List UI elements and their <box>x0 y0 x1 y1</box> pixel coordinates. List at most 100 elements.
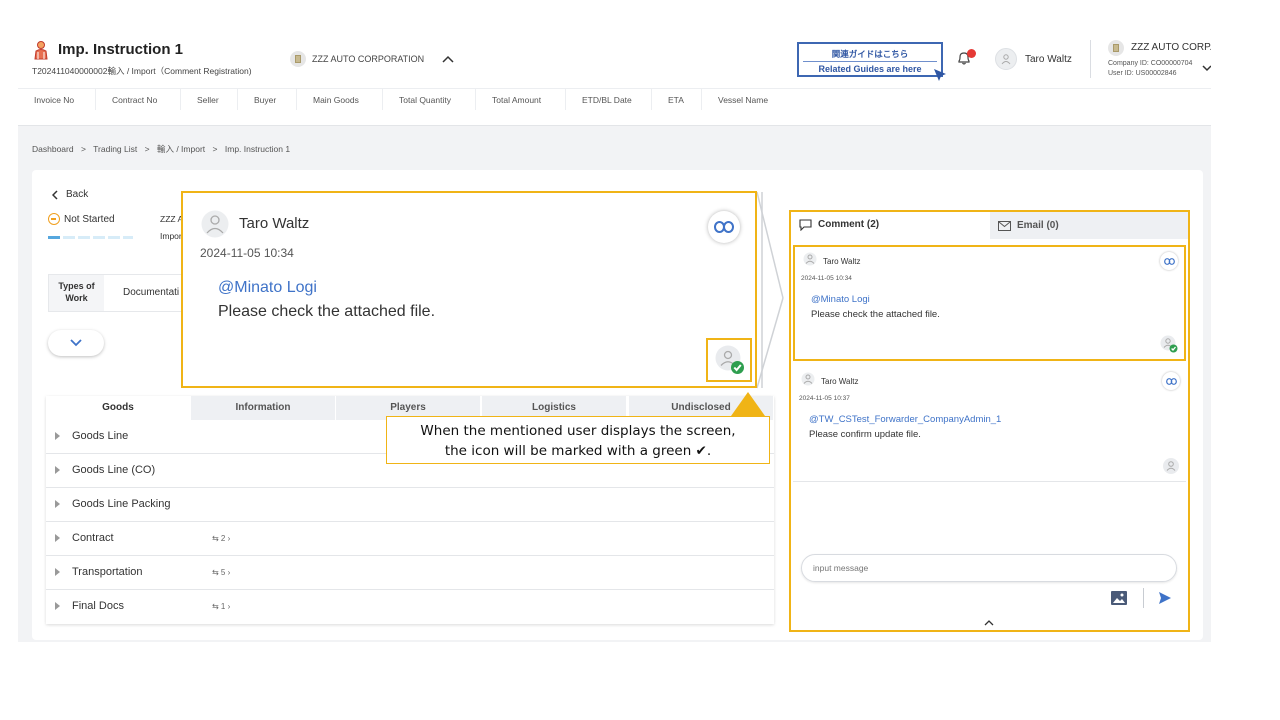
section-row-transportation[interactable]: Transportation ⇆ 5 › <box>46 556 774 590</box>
corp-name: ZZZ AUTO CORP. <box>1131 42 1211 53</box>
callout-line-2: the icon will be marked with a green ✔. <box>444 443 712 459</box>
user-icon <box>1001 54 1011 65</box>
column-header: ETD/BL Date <box>566 89 652 111</box>
caret-right-icon <box>55 602 60 610</box>
annotation-callout: When the mentioned user displays the scr… <box>386 416 770 464</box>
types-of-work-label: Types of Work <box>49 275 104 311</box>
tab-comment[interactable]: Comment (2) <box>791 212 990 239</box>
callout-line-1: When the mentioned user displays the scr… <box>420 423 736 439</box>
comment-item: Taro Waltz 2024-11-05 10:34 @Minato Logi… <box>793 245 1186 361</box>
divider <box>1143 588 1144 608</box>
guide-label-en: Related Guides are here <box>803 61 937 74</box>
section-row-final-docs[interactable]: Final Docs ⇆ 1 › <box>46 590 774 624</box>
column-header: Main Goods <box>297 89 383 111</box>
zoomed-comment-callout: Taro Waltz 2024-11-05 10:34 @Minato Logi… <box>181 191 757 388</box>
link-count[interactable]: ⇆ 5 › <box>212 568 230 577</box>
expand-button[interactable] <box>48 330 104 356</box>
breadcrumb-item-current: Imp. Instruction 1 <box>224 144 291 154</box>
chevron-up-icon <box>442 55 454 63</box>
column-header: Invoice No <box>18 89 96 111</box>
breadcrumb: Dashboard > Trading List > 輸入 / Import >… <box>32 143 295 155</box>
column-header: Seller <box>181 89 238 111</box>
link-icon <box>714 221 734 233</box>
related-guides-button[interactable]: 関連ガイドはこちら Related Guides are here <box>797 42 943 77</box>
zoom-timestamp: 2024-11-05 10:34 <box>200 246 294 260</box>
comment-item: Taro Waltz 2024-11-05 10:37 @TW_CSTest_F… <box>793 367 1186 482</box>
tab-email[interactable]: Email (0) <box>990 212 1188 239</box>
breadcrumb-item-trading-list[interactable]: Trading List <box>93 144 137 154</box>
section-label: Final Docs <box>72 600 124 612</box>
chevron-left-icon <box>52 189 58 200</box>
user-icon <box>801 372 815 386</box>
comment-icon <box>799 218 812 231</box>
page-subtitle: T202411040000002輸入 / Import（Comment Regi… <box>32 66 252 76</box>
tab-information[interactable]: Information <box>191 396 336 420</box>
back-button[interactable]: Back <box>52 189 88 200</box>
corp-ids: Company ID: CO00000704 User ID: US000028… <box>1108 59 1192 79</box>
send-icon[interactable] <box>1158 591 1172 605</box>
message-input[interactable] <box>802 555 1176 581</box>
comment-author: Taro Waltz <box>821 377 859 386</box>
types-of-work-value: Documentati <box>123 287 180 298</box>
link-icon <box>1163 257 1175 265</box>
tab-email-label: Email (0) <box>1017 220 1059 231</box>
user-menu[interactable]: Taro Waltz <box>995 48 1072 70</box>
zoom-text: Please check the attached file. <box>218 303 436 320</box>
user-icon <box>803 252 817 266</box>
column-header: Total Quantity <box>383 89 476 111</box>
breadcrumb-item-dashboard[interactable]: Dashboard <box>32 144 74 154</box>
chevron-up-icon[interactable] <box>984 619 994 626</box>
column-header: ETA <box>652 89 702 111</box>
comment-panel: Comment (2) Email (0) Taro Waltz 2024-11… <box>789 210 1190 632</box>
building-icon <box>290 51 306 67</box>
zoom-author: Taro Waltz <box>239 215 310 232</box>
tab-goods[interactable]: Goods <box>46 396 191 420</box>
breadcrumb-separator: > <box>212 144 218 154</box>
caret-right-icon <box>55 432 60 440</box>
breadcrumb-item-import[interactable]: 輸入 / Import <box>157 144 205 154</box>
company-fragment: ZZZ A <box>160 214 184 224</box>
section-label: Transportation <box>72 566 143 578</box>
link-count[interactable]: ⇆ 1 › <box>212 602 230 611</box>
caret-right-icon <box>55 466 60 474</box>
copy-link-button[interactable] <box>1160 252 1178 270</box>
copy-link-button <box>708 211 740 243</box>
caret-right-icon <box>55 500 60 508</box>
status-badge: Not Started <box>48 213 115 225</box>
read-receipt-check-icon <box>715 345 744 374</box>
worker-icon <box>34 41 48 60</box>
caret-right-icon <box>55 534 60 542</box>
header: Imp. Instruction 1 T202411040000002輸入 / … <box>18 30 1211 88</box>
image-upload-icon[interactable] <box>1111 591 1127 605</box>
import-fragment: Impor <box>160 231 182 241</box>
chevron-down-icon[interactable] <box>1202 64 1211 72</box>
comment-author: Taro Waltz <box>823 257 861 266</box>
column-header: Vessel Name <box>718 95 769 105</box>
comment-mention[interactable]: @Minato Logi <box>811 294 870 305</box>
guide-label-ja: 関連ガイドはこちら <box>831 49 909 59</box>
notification-badge <box>967 49 976 58</box>
company-id: Company ID: CO00000704 <box>1108 60 1193 67</box>
cursor-arrow-icon <box>934 69 946 81</box>
comment-text: Please confirm update file. <box>809 429 921 440</box>
section-row-contract[interactable]: Contract ⇆ 2 › <box>46 522 774 556</box>
divider <box>1090 40 1091 78</box>
status-label: Not Started <box>64 213 115 225</box>
column-header: Buyer <box>238 89 297 111</box>
progress-bar <box>48 236 133 239</box>
back-label: Back <box>66 189 89 200</box>
status-icon <box>48 213 60 225</box>
caret-right-icon <box>55 568 60 576</box>
comment-timestamp: 2024-11-05 10:34 <box>801 275 852 282</box>
chevron-down-icon <box>70 339 82 347</box>
callout-pointer-icon <box>731 392 765 416</box>
comment-tabs: Comment (2) Email (0) <box>791 212 1188 239</box>
zoom-mention: @Minato Logi <box>218 279 317 296</box>
section-row-goods-line-packing[interactable]: Goods Line Packing <box>46 488 774 522</box>
building-icon <box>1108 40 1124 56</box>
company-selector[interactable]: ZZZ AUTO CORPORATION <box>290 51 454 67</box>
link-count[interactable]: ⇆ 2 › <box>212 534 230 543</box>
comment-mention[interactable]: @TW_CSTest_Forwarder_CompanyAdmin_1 <box>809 414 1001 425</box>
avatar <box>995 48 1017 70</box>
copy-link-button[interactable] <box>1162 372 1180 390</box>
